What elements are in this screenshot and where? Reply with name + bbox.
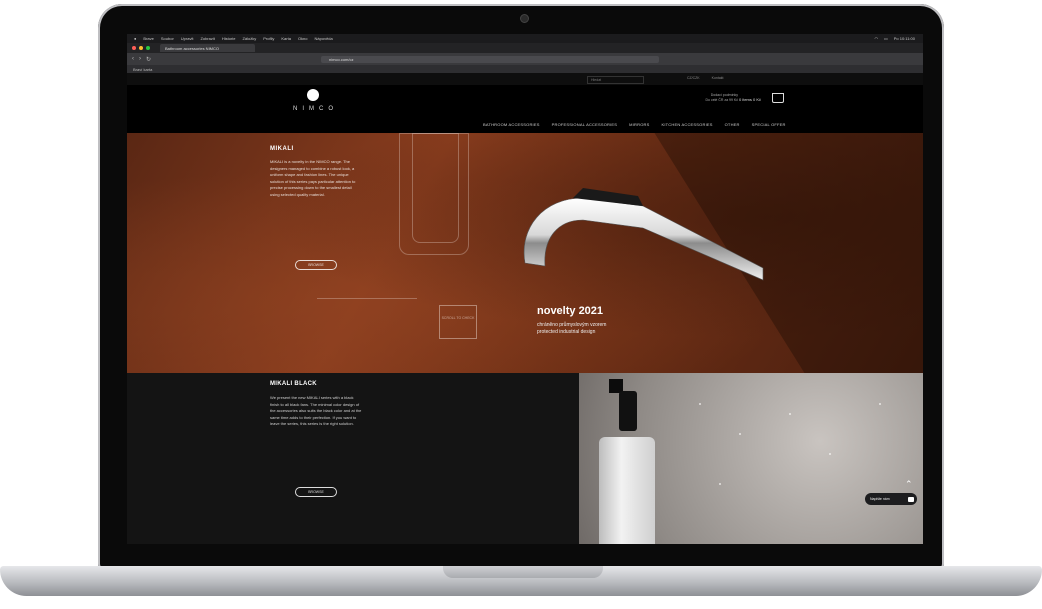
scroll-to-check[interactable]: SCROLL TO CHECK (439, 305, 477, 339)
site-logo-text[interactable]: NIMCO (293, 106, 338, 112)
menu-upravit[interactable]: Upravit (181, 36, 194, 41)
water-drop (879, 403, 881, 405)
nimco-logo-icon[interactable] (307, 89, 319, 101)
black-section-title: MIKALI BLACK (270, 381, 317, 387)
back-icon[interactable]: ‹ (132, 56, 134, 62)
chat-label: Napište nám (870, 497, 890, 501)
delivery-line-2: Do celé ČR za 99 Kč (705, 98, 739, 102)
nav-mirrors[interactable]: MIRRORS (629, 122, 649, 127)
hero-banner: MIKALI MIKALI is a novelty in the NIMCO … (127, 133, 923, 373)
menu-okno[interactable]: Okno (298, 36, 308, 41)
bookmarks-bar: Braví karta (127, 65, 923, 73)
zoom-window-icon[interactable] (146, 46, 150, 50)
scroll-top-icon[interactable]: ⌃ (905, 479, 913, 490)
water-drop (699, 403, 701, 405)
window-controls (132, 46, 150, 50)
laptop-screen: ● Brave Soubor Upravit Zobrazit Historie… (127, 34, 923, 544)
contact-link[interactable]: Kontakt (712, 76, 724, 80)
delivery-info: Dodací podmínky Do celé ČR za 99 Kč (682, 93, 739, 103)
hero-browse-button[interactable]: BROWSE (295, 260, 337, 270)
chrome-handle-image (523, 188, 764, 281)
menu-soubor[interactable]: Soubor (161, 36, 174, 41)
novelty-subtitle: chráněno průmyslovým vzorem protected in… (537, 322, 606, 336)
nav-bathroom-accessories[interactable]: BATHROOM ACCESSORIES (483, 122, 540, 127)
chat-button[interactable]: Napište nám (865, 493, 917, 505)
nav-other[interactable]: OTHER (725, 122, 740, 127)
apple-icon[interactable]: ● (134, 36, 136, 41)
black-browse-button[interactable]: BROWSE (295, 487, 337, 497)
site-topstrip (127, 73, 923, 85)
nav-special-offer[interactable]: SPECIAL OFFER (752, 122, 786, 127)
water-drop (719, 483, 721, 485)
site-search-input[interactable]: Hledat (587, 76, 644, 84)
close-window-icon[interactable] (132, 46, 136, 50)
main-nav: BATHROOM ACCESSORIES PROFESSIONAL ACCESS… (483, 122, 786, 127)
dispenser-cap (619, 391, 637, 431)
mac-menubar: ● Brave Soubor Upravit Zobrazit Historie… (127, 34, 923, 43)
sketch-outline-inner (412, 133, 459, 243)
water-drop (789, 413, 791, 415)
menu-brave[interactable]: Brave (143, 36, 153, 41)
cart-total[interactable]: 0 items 0 Kč (739, 97, 761, 102)
menu-karta[interactable]: Karta (281, 36, 291, 41)
menu-zobrazit[interactable]: Zobrazit (200, 36, 214, 41)
menu-napoveda[interactable]: Nápověda (315, 36, 333, 41)
water-drop (739, 433, 741, 435)
top-links: CZ/CZK Kontakt (687, 76, 724, 80)
browser-tab[interactable]: Bathroom accessories NIMCO (160, 44, 255, 52)
wifi-icon[interactable]: ◠ (874, 36, 878, 41)
menu-historie[interactable]: Historie (222, 36, 236, 41)
browser-tabbar: Bathroom accessories NIMCO (127, 43, 923, 53)
water-drop (829, 453, 831, 455)
reload-icon[interactable]: ↻ (146, 56, 151, 63)
soap-dispenser-photo: ⌃ Napište nám (579, 373, 923, 544)
nav-professional-accessories[interactable]: PROFESSIONAL ACCESSORIES (552, 122, 618, 127)
menu-profily[interactable]: Profily (263, 36, 274, 41)
menubar-status: ◠ ▭ Po 10:11:00 (874, 36, 915, 41)
battery-icon[interactable]: ▭ (884, 36, 888, 41)
address-bar[interactable]: nimco.com/cz (321, 55, 660, 63)
hero-description: MIKALI is a novelty in the NIMCO range. … (270, 159, 356, 197)
novelty-line-2: protected industrial design (537, 329, 596, 335)
laptop-notch (443, 566, 603, 578)
dispenser-bottle (599, 437, 655, 544)
currency-link[interactable]: CZ/CZK (687, 76, 700, 80)
camera-icon (520, 14, 529, 23)
menu-zalozky[interactable]: Záložky (242, 36, 256, 41)
website: Hledat CZ/CZK Kontakt NIMCO Dodací podmí… (127, 73, 923, 544)
novelty-title: novelty 2021 (537, 305, 604, 317)
hero-title: MIKALI (270, 146, 294, 152)
minimize-window-icon[interactable] (139, 46, 143, 50)
forward-icon[interactable]: › (139, 56, 141, 62)
browser-toolbar: ‹ › ↻ nimco.com/cz (127, 53, 923, 65)
nav-kitchen-accessories[interactable]: KITCHEN ACCESSORIES (661, 122, 712, 127)
chat-icon (908, 496, 914, 502)
black-section-description: We present the new MIKALI series with a … (270, 395, 362, 426)
mikali-black-section: MIKALI BLACK We present the new MIKALI s… (127, 373, 579, 544)
clock[interactable]: Po 10:11:00 (894, 36, 915, 41)
cart-icon[interactable] (772, 93, 784, 103)
novelty-line-1: chráněno průmyslovým vzorem (537, 322, 607, 328)
bookmark-item[interactable]: Braví karta (133, 67, 152, 72)
sketch-line (317, 298, 417, 300)
